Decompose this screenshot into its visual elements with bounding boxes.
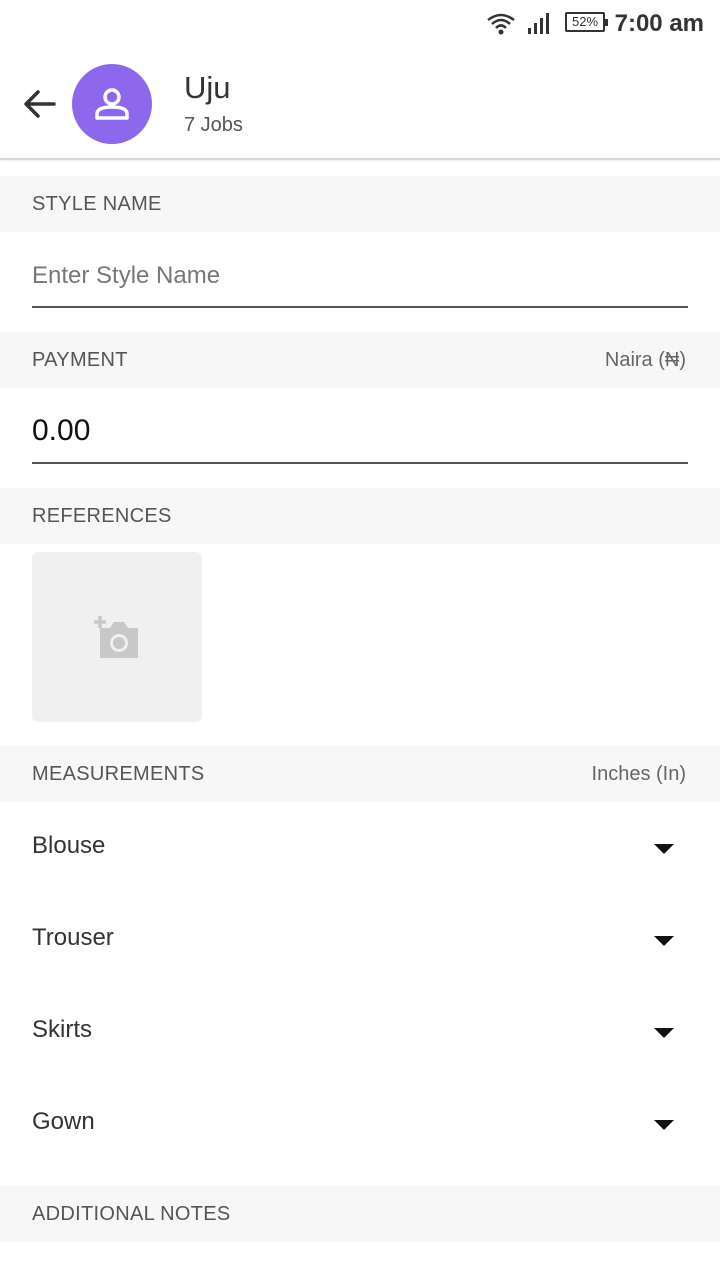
app-bar: Uju 7 Jobs xyxy=(0,48,720,160)
status-bar: 52% 7:00 am xyxy=(0,0,720,48)
section-measurements: MEASUREMENTS Inches (In) xyxy=(0,746,720,802)
battery-icon: 52% xyxy=(565,12,608,32)
section-payment: PAYMENT Naira (₦) xyxy=(0,332,720,388)
chevron-down-icon[interactable] xyxy=(654,844,674,854)
chevron-down-icon[interactable] xyxy=(654,1028,674,1038)
currency-label: Naira (₦) xyxy=(604,349,686,371)
measurement-row-blouse[interactable]: Blouse xyxy=(0,802,720,894)
payment-value: 0.00 xyxy=(32,414,91,447)
arrow-left-icon[interactable] xyxy=(20,84,60,124)
section-references: REFERENCES xyxy=(0,488,720,544)
status-time: 7:00 am xyxy=(614,10,704,37)
section-style-name: STYLE NAME xyxy=(0,176,720,232)
add-reference-button[interactable] xyxy=(32,552,202,722)
section-label: PAYMENT xyxy=(32,349,128,371)
add-photo-icon xyxy=(94,616,138,658)
client-name: Uju xyxy=(184,70,231,105)
section-label: ADDITIONAL NOTES xyxy=(32,1203,231,1225)
payment-input[interactable]: 0.00 xyxy=(32,404,688,464)
measurement-row-trouser[interactable]: Trouser xyxy=(0,894,720,986)
measurement-label: Gown xyxy=(32,1108,95,1135)
chevron-down-icon[interactable] xyxy=(654,1120,674,1130)
measurement-label: Skirts xyxy=(32,1016,92,1043)
section-label: STYLE NAME xyxy=(32,193,162,215)
section-additional-notes: ADDITIONAL NOTES xyxy=(0,1186,720,1242)
person-icon xyxy=(95,88,129,120)
measurement-label: Trouser xyxy=(32,924,114,951)
style-name-placeholder: Enter Style Name xyxy=(32,262,221,289)
measurement-row-skirts[interactable]: Skirts xyxy=(0,986,720,1078)
measurement-label: Blouse xyxy=(32,832,106,859)
style-name-input[interactable]: Enter Style Name xyxy=(32,248,688,308)
measurement-unit: Inches (In) xyxy=(591,763,686,785)
section-label: REFERENCES xyxy=(32,505,172,527)
chevron-down-icon[interactable] xyxy=(654,936,674,946)
section-label: MEASUREMENTS xyxy=(32,763,205,785)
client-jobs-count: 7 Jobs xyxy=(184,114,243,136)
avatar[interactable] xyxy=(72,64,152,144)
measurement-row-gown[interactable]: Gown xyxy=(0,1078,720,1170)
signal-icon xyxy=(528,13,549,34)
wifi-icon xyxy=(487,13,515,35)
